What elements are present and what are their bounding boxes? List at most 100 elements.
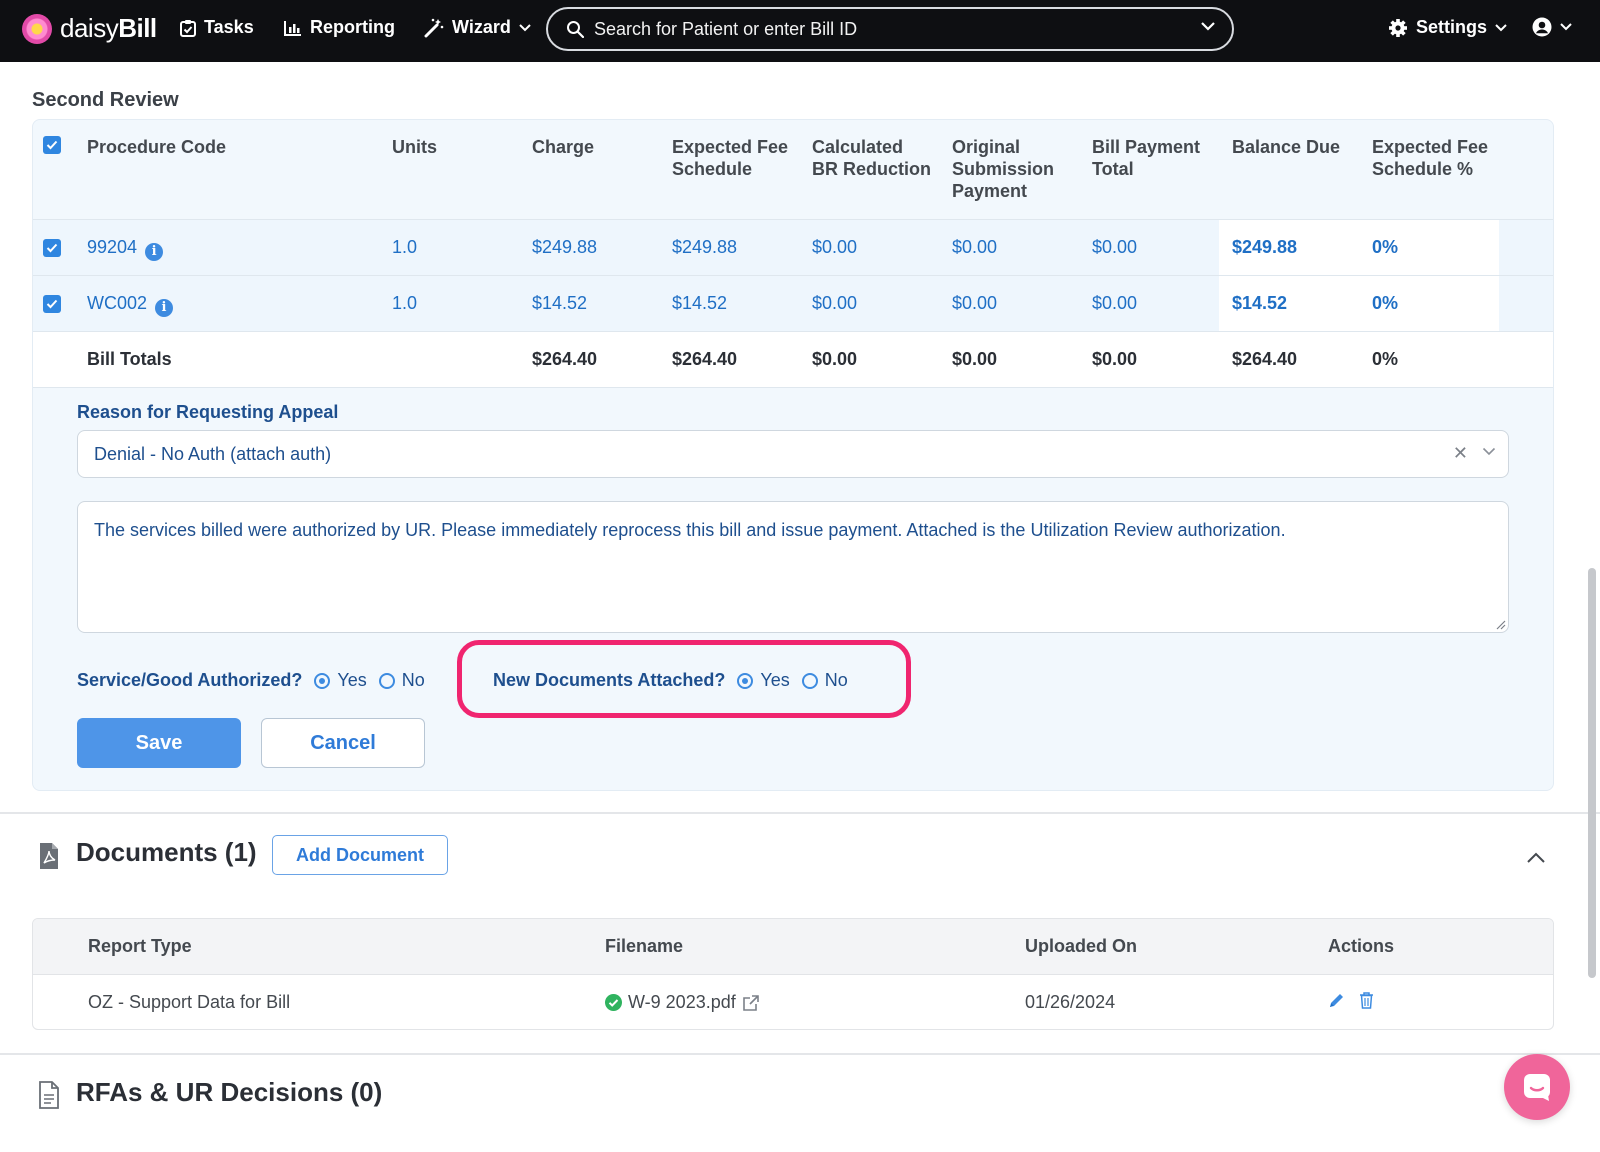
col-expected-pct: Expected Fee Schedule % [1372, 137, 1489, 179]
table-row: WC002 i 1.0 $14.52 $14.52 $0.00 $0.00 $0.… [33, 276, 1553, 332]
trash-icon[interactable] [1359, 992, 1374, 1009]
row-checkbox[interactable] [43, 239, 61, 257]
bill-totals-label: Bill Totals [87, 349, 172, 369]
appeal-comment-text: The services billed were authorized by U… [94, 520, 1286, 540]
logo-text: daisyBill [60, 13, 157, 43]
col-br-reduction: Calculated BR Reduction [812, 137, 931, 179]
bill-payment-total: $0.00 [1092, 237, 1138, 257]
bar-chart-icon [284, 20, 301, 36]
chevron-down-icon [519, 23, 531, 31]
charge: $14.52 [532, 293, 588, 313]
nav-settings[interactable]: Settings [1388, 17, 1507, 38]
expected-fee: $249.88 [672, 237, 738, 257]
logo[interactable]: daisyBill [22, 13, 157, 44]
documents-title: Documents (1) [76, 837, 257, 867]
annotation-highlight [457, 640, 911, 718]
pencil-icon[interactable] [1328, 992, 1345, 1009]
balance-due: $14.52 [1232, 293, 1288, 313]
service-authorized-label: Service/Good Authorized? [77, 670, 303, 690]
col-actions: Actions [1328, 936, 1395, 956]
uploaded-on: 01/26/2024 [1025, 992, 1116, 1012]
nav-wizard[interactable]: Wizard [424, 17, 531, 38]
chevron-down-icon [1495, 23, 1507, 31]
row-checkbox[interactable] [43, 295, 61, 313]
authorized-yes-label[interactable]: Yes [337, 670, 366, 691]
total-br: $0.00 [812, 349, 858, 369]
chat-launcher[interactable] [1504, 1054, 1570, 1120]
total-charge: $264.40 [532, 349, 598, 369]
expected-fee: $14.52 [672, 293, 728, 313]
add-document-button[interactable]: Add Document [272, 835, 448, 875]
documents-table-header: Report Type Filename Uploaded On Actions [33, 919, 1553, 975]
br-reduction: $0.00 [812, 293, 858, 313]
procedure-code-link[interactable]: WC002 i [87, 293, 174, 317]
check-circle-icon [605, 994, 622, 1011]
patient-search[interactable] [546, 7, 1234, 51]
gear-icon [1389, 18, 1407, 37]
magic-wand-icon [424, 18, 444, 37]
save-button[interactable]: Save [77, 718, 241, 768]
authorized-yes-radio[interactable] [314, 672, 331, 689]
appeal-comment-textarea[interactable]: The services billed were authorized by U… [77, 501, 1509, 633]
table-row: 99204 i 1.0 $249.88 $249.88 $0.00 $0.00 $… [33, 220, 1553, 276]
page-scrollbar[interactable] [1588, 568, 1596, 978]
expected-pct: 0% [1372, 237, 1399, 257]
search-input[interactable] [594, 18, 1194, 40]
section-divider [0, 1053, 1600, 1055]
authorized-no-radio[interactable] [378, 672, 395, 689]
user-avatar-icon [1532, 17, 1552, 37]
bill-totals-row: Bill Totals $264.40 $264.40 $0.00 $0.00 … [33, 332, 1553, 388]
service-authorized-group: Service/Good Authorized? Yes No [77, 670, 425, 691]
check-icon [46, 243, 58, 253]
col-original-payment: Original Submission Payment [952, 137, 1055, 201]
bill-payment-total: $0.00 [1092, 293, 1138, 313]
pdf-file-icon [40, 843, 58, 869]
col-units: Units [392, 137, 437, 157]
documents-table: Report Type Filename Uploaded On Actions… [32, 918, 1554, 1030]
clear-icon[interactable]: ✕ [1453, 443, 1468, 464]
filename-cell: W-9 2023.pdf [605, 992, 760, 1013]
total-pct: 0% [1372, 349, 1399, 369]
check-icon [46, 299, 58, 309]
col-procedure-code: Procedure Code [87, 137, 227, 157]
total-balance: $264.40 [1232, 349, 1298, 369]
filename-link[interactable]: W-9 2023.pdf [628, 992, 736, 1013]
nav-tasks-label: Tasks [204, 17, 254, 37]
total-expected: $264.40 [672, 349, 738, 369]
second-review-title: Second Review [32, 89, 179, 111]
units: 1.0 [392, 293, 418, 313]
reason-select[interactable]: Denial - No Auth (attach auth) ✕ [77, 430, 1509, 478]
clipboard-check-icon [180, 19, 196, 37]
chat-icon [1524, 1074, 1550, 1101]
balance-due: $249.88 [1232, 237, 1298, 257]
expected-pct: 0% [1372, 293, 1399, 313]
info-icon[interactable]: i [145, 242, 164, 261]
section-divider [0, 812, 1600, 814]
cancel-button[interactable]: Cancel [261, 718, 425, 768]
resize-handle-icon[interactable] [1494, 618, 1506, 630]
procedure-table-header: Procedure Code Units Charge Expected Fee… [33, 120, 1553, 220]
actions-cell [1328, 992, 1374, 1009]
external-link-icon[interactable] [742, 994, 760, 1012]
nav-tasks[interactable]: Tasks [180, 17, 254, 38]
procedure-code[interactable]: WC002 [87, 293, 147, 313]
chevron-down-icon [1560, 23, 1572, 31]
nav-reporting[interactable]: Reporting [284, 17, 395, 38]
user-menu[interactable] [1532, 17, 1572, 37]
chevron-up-icon[interactable] [1526, 852, 1546, 864]
select-all-checkbox[interactable] [43, 136, 61, 154]
authorized-no-label[interactable]: No [402, 670, 425, 691]
charge: $249.88 [532, 237, 598, 257]
procedure-code-link[interactable]: 99204 i [87, 237, 164, 261]
chevron-down-icon[interactable] [1200, 21, 1216, 31]
original-payment: $0.00 [952, 293, 998, 313]
info-icon[interactable]: i [155, 298, 174, 317]
col-expected-fee: Expected Fee Schedule [672, 137, 789, 179]
col-balance-due: Balance Due [1232, 137, 1341, 157]
units: 1.0 [392, 237, 418, 257]
procedure-code[interactable]: 99204 [87, 237, 137, 257]
reason-label: Reason for Requesting Appeal [77, 402, 339, 422]
col-report-type: Report Type [88, 936, 192, 956]
total-original: $0.00 [952, 349, 998, 369]
chevron-down-icon[interactable] [1482, 447, 1496, 456]
